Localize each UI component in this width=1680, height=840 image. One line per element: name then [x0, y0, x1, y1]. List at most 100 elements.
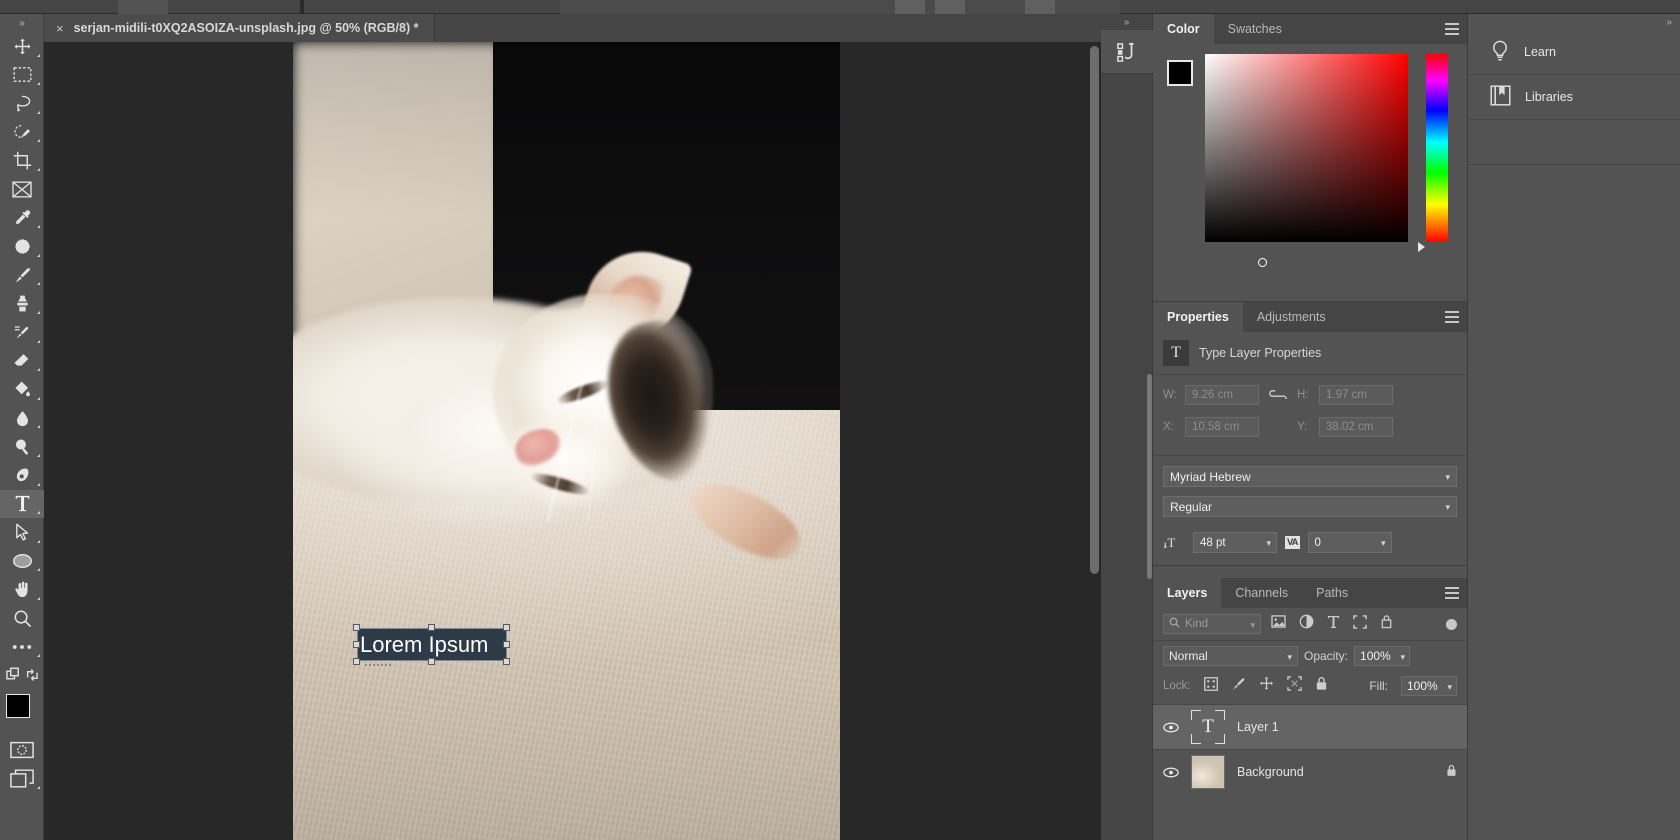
tab-properties[interactable]: Properties	[1153, 302, 1243, 332]
eyedropper-tool[interactable]	[0, 204, 44, 233]
chevron-down-icon[interactable]: ▾	[1400, 652, 1405, 663]
crop-tool[interactable]	[0, 146, 44, 175]
lock-image-icon[interactable]	[1231, 677, 1246, 696]
foreground-color-swatch[interactable]	[6, 694, 30, 718]
layer-filter-kind-select[interactable]: Kind ▾	[1163, 614, 1261, 634]
dock-collapse-button[interactable]: »	[1101, 14, 1152, 30]
transform-handle-n[interactable]	[428, 624, 435, 631]
spot-healing-brush-tool[interactable]	[0, 232, 44, 261]
dock-scroll-indicator[interactable]	[1147, 374, 1152, 579]
history-brush-tool[interactable]	[0, 318, 44, 347]
fill-field[interactable]: 100% ▾	[1401, 676, 1457, 696]
transform-handle-s[interactable]	[428, 658, 435, 665]
edit-toolbar-tool[interactable]	[0, 632, 44, 661]
y-field[interactable]: 38.02 cm	[1319, 417, 1393, 437]
tab-color[interactable]: Color	[1153, 14, 1214, 44]
tracking-field[interactable]: 0 ▾	[1308, 532, 1392, 553]
canvas-area[interactable]: Lorem Ipsum	[44, 42, 1101, 840]
brush-tool[interactable]	[0, 261, 44, 290]
width-field[interactable]: 9.26 cm	[1185, 385, 1259, 405]
image-filter-icon[interactable]	[1271, 615, 1286, 633]
text-layer-selection[interactable]: Lorem Ipsum	[357, 628, 507, 661]
lock-all-icon[interactable]	[1315, 676, 1328, 696]
chevron-down-icon[interactable]: ▾	[1447, 682, 1452, 693]
transform-handle-sw[interactable]	[353, 658, 360, 665]
eraser-tool[interactable]	[0, 347, 44, 376]
path-selection-tool[interactable]	[0, 518, 44, 547]
type-filter-icon[interactable]	[1327, 615, 1340, 634]
lock-icon[interactable]	[1446, 764, 1457, 780]
layer-thumbnail[interactable]: T	[1191, 710, 1225, 744]
default-colors-and-swap-icons[interactable]	[0, 661, 44, 690]
transform-handle-ne[interactable]	[503, 624, 510, 631]
eye-icon[interactable]	[1163, 767, 1179, 778]
ellipse-tool[interactable]	[0, 547, 44, 576]
gradient-tool[interactable]	[0, 375, 44, 404]
lock-transparency-icon[interactable]	[1204, 677, 1218, 696]
lasso-tool[interactable]	[0, 89, 44, 118]
quick-mask-mode-icon[interactable]	[0, 736, 44, 765]
pen-tool[interactable]	[0, 461, 44, 490]
color-panel-swatches[interactable]	[1167, 60, 1203, 98]
dodge-tool[interactable]	[0, 432, 44, 461]
options-bar-button[interactable]	[935, 0, 965, 14]
smart-object-filter-icon[interactable]	[1380, 614, 1393, 634]
tab-adjustments[interactable]: Adjustments	[1243, 302, 1340, 332]
transform-handle-nw[interactable]	[353, 624, 360, 631]
tab-paths[interactable]: Paths	[1302, 578, 1362, 608]
color-field-picker[interactable]	[1258, 258, 1267, 267]
opacity-field[interactable]: 100% ▾	[1354, 646, 1410, 666]
rectangular-marquee-tool[interactable]	[0, 61, 44, 90]
history-icon[interactable]	[1101, 30, 1153, 74]
x-field[interactable]: 10.58 cm	[1185, 417, 1259, 437]
hue-strip[interactable]	[1426, 54, 1448, 242]
clone-stamp-tool[interactable]	[0, 289, 44, 318]
font-style-select[interactable]: Regular ▾	[1163, 496, 1457, 517]
transform-handle-se[interactable]	[503, 658, 510, 665]
close-icon[interactable]: ×	[56, 21, 64, 36]
font-size-field[interactable]: 48 pt ▾	[1193, 532, 1277, 553]
blend-mode-select[interactable]: Normal ▾	[1163, 646, 1298, 666]
horizontal-type-tool[interactable]	[0, 490, 44, 519]
hue-strip-marker[interactable]	[1418, 242, 1425, 252]
canvas-scrollbar-thumb[interactable]	[1090, 46, 1099, 574]
document-tab[interactable]: × serjan-midili-t0XQ2ASOIZA-unsplash.jpg…	[44, 14, 435, 42]
chevron-down-icon[interactable]: ▾	[1381, 538, 1386, 549]
screen-mode-icon[interactable]	[0, 764, 44, 793]
options-bar-button[interactable]	[895, 0, 925, 14]
layer-name[interactable]: Background	[1237, 765, 1304, 779]
table-row[interactable]: Background	[1153, 749, 1467, 794]
canvas-vertical-scrollbar[interactable]	[1090, 46, 1099, 840]
adjustment-filter-icon[interactable]	[1299, 614, 1314, 634]
table-row[interactable]: T Layer 1	[1153, 704, 1467, 749]
rail-item-learn[interactable]: Learn	[1468, 30, 1680, 75]
shape-filter-icon[interactable]	[1353, 615, 1367, 634]
layer-filter-toggle[interactable]	[1446, 619, 1457, 630]
transform-handle-e[interactable]	[503, 641, 510, 648]
chevron-down-icon[interactable]: ▾	[1266, 538, 1271, 549]
color-field[interactable]	[1205, 54, 1408, 242]
properties-panel-menu-icon[interactable]	[1445, 311, 1459, 323]
height-field[interactable]: 1.97 cm	[1319, 385, 1393, 405]
toolbar-collapse-button[interactable]: »	[0, 14, 43, 32]
transform-handle-w[interactable]	[353, 641, 360, 648]
quick-selection-tool[interactable]	[0, 118, 44, 147]
lock-position-icon[interactable]	[1259, 676, 1274, 696]
layer-thumbnail[interactable]	[1191, 755, 1225, 789]
document-image[interactable]	[293, 42, 840, 840]
tab-channels[interactable]: Channels	[1221, 578, 1302, 608]
tab-layers[interactable]: Layers	[1153, 578, 1221, 608]
frame-tool[interactable]	[0, 175, 44, 204]
tab-swatches[interactable]: Swatches	[1214, 14, 1296, 44]
layer-name[interactable]: Layer 1	[1237, 720, 1279, 734]
link-icon[interactable]	[1265, 388, 1291, 402]
color-panel-foreground-swatch[interactable]	[1167, 60, 1193, 86]
zoom-tool[interactable]	[0, 604, 44, 633]
chevron-down-icon[interactable]: ▾	[1250, 620, 1255, 631]
options-bar-button[interactable]	[1025, 0, 1055, 14]
rail-collapse-button[interactable]: »	[1468, 14, 1680, 30]
move-tool[interactable]	[0, 32, 44, 61]
lock-artboard-icon[interactable]	[1287, 676, 1302, 696]
chevron-down-icon[interactable]: ▾	[1445, 472, 1450, 483]
font-family-select[interactable]: Myriad Hebrew ▾	[1163, 466, 1457, 487]
